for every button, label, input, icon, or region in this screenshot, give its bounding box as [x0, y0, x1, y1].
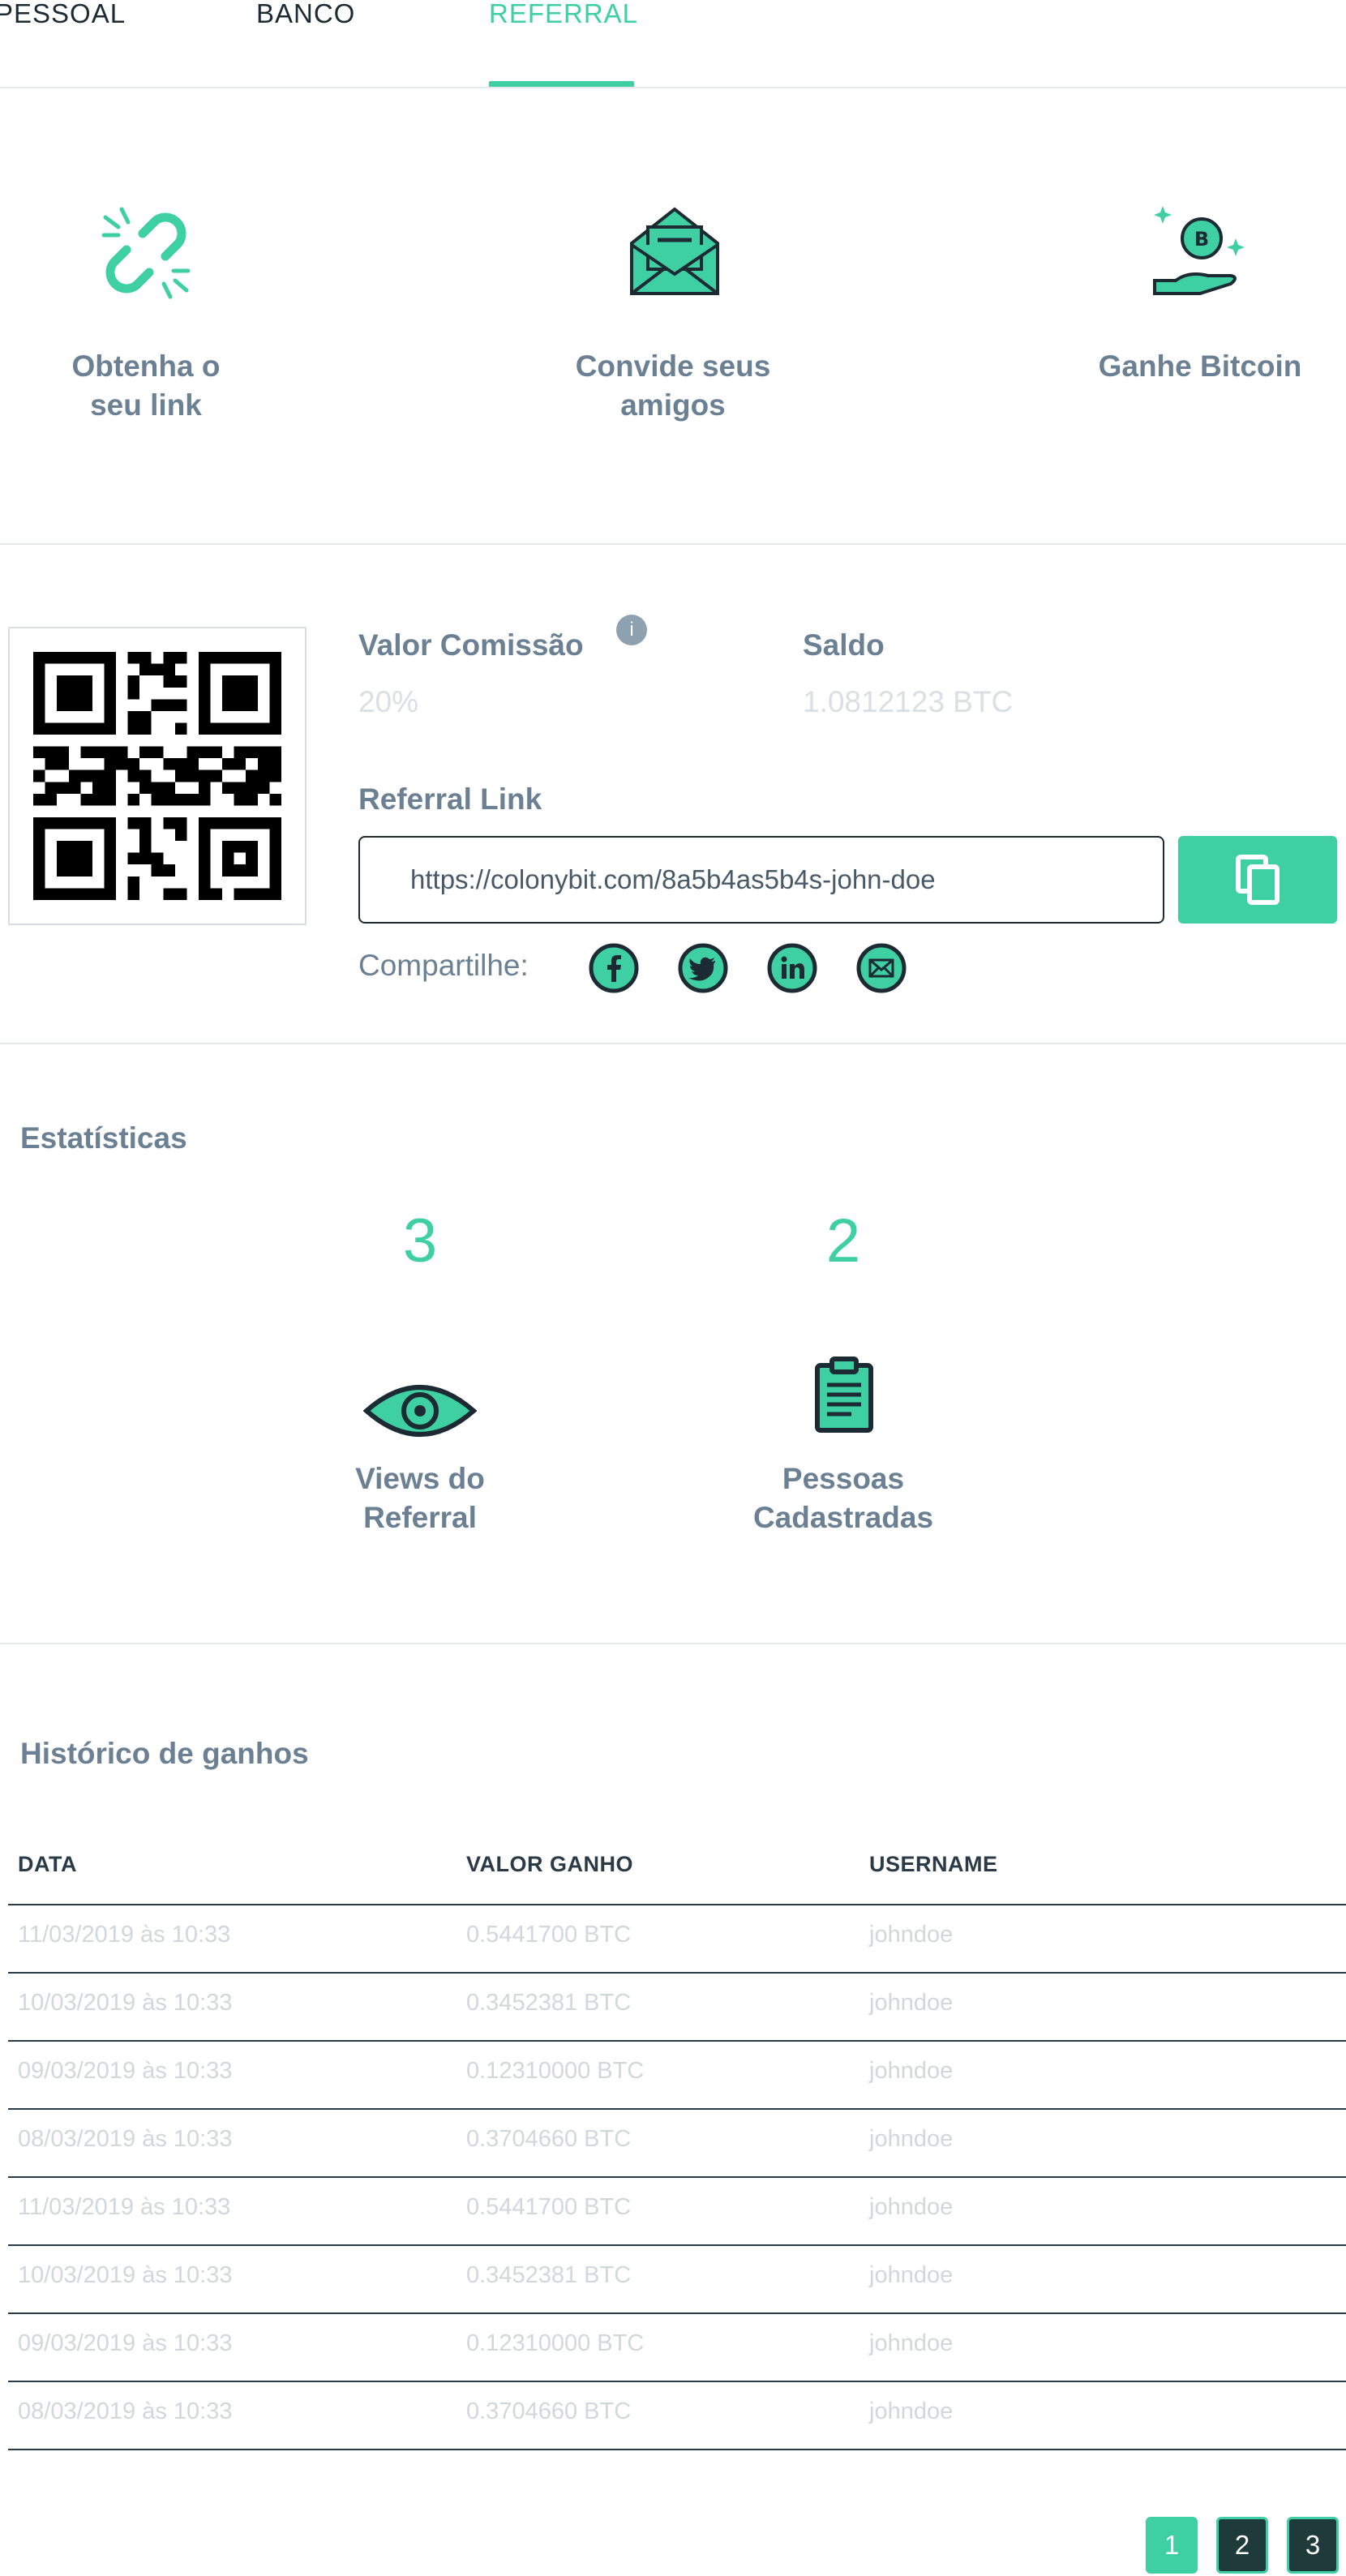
share-label: Compartilhe: — [358, 949, 529, 982]
envelope-icon — [630, 207, 719, 295]
email-icon[interactable] — [856, 943, 907, 993]
commission-label: Valor Comissão — [358, 628, 584, 662]
qr-code — [8, 627, 306, 925]
cell-date: 10/03/2019 às 10:33 — [18, 1990, 233, 2016]
cell-username: johndoe — [869, 1922, 954, 1948]
cell-amount: 0.3704660 BTC — [466, 2126, 632, 2152]
cell-date: 09/03/2019 às 10:33 — [18, 2058, 233, 2084]
copy-link-button[interactable] — [1178, 836, 1337, 924]
tab-referral[interactable]: REFERRAL — [489, 0, 638, 28]
section-divider — [0, 543, 1346, 545]
signups-count: 2 — [825, 1207, 861, 1275]
cell-amount: 0.5441700 BTC — [466, 2194, 632, 2220]
column-header-date: DATA — [18, 1852, 77, 1876]
table-row-divider — [8, 2312, 1346, 2314]
step-get-link-label: Obtenha o seu link — [71, 349, 221, 422]
cell-username: johndoe — [869, 1990, 954, 2016]
cell-username: johndoe — [869, 2194, 954, 2220]
hand-bitcoin-icon: B — [1153, 206, 1245, 295]
cell-amount: 0.3452381 BTC — [466, 2262, 632, 2288]
facebook-icon[interactable] — [589, 943, 639, 993]
views-label: Views do Referral — [355, 1462, 485, 1534]
tab-banco[interactable]: BANCO — [256, 0, 355, 28]
table-row-divider — [8, 2381, 1346, 2382]
signups-label: Pessoas Cadastradas — [752, 1462, 934, 1534]
balance-value: 1.0812123 BTC — [803, 685, 1014, 718]
broken-link-icon — [101, 207, 191, 299]
views-count: 3 — [402, 1207, 438, 1275]
section-divider — [0, 1643, 1346, 1644]
copy-icon — [1236, 855, 1280, 905]
column-header-amount: VALOR GANHO — [466, 1852, 633, 1876]
referral-link-label: Referral Link — [358, 782, 542, 816]
referral-link-input[interactable] — [358, 836, 1164, 924]
stats-title: Estatísticas — [20, 1121, 187, 1155]
section-divider — [0, 1043, 1346, 1044]
tab-pessoal[interactable]: PESSOAL — [0, 0, 126, 28]
header-divider — [8, 1904, 1346, 1905]
table-row-divider — [8, 1972, 1346, 1974]
cell-amount: 0.3452381 BTC — [466, 1990, 632, 2016]
cell-date: 09/03/2019 às 10:33 — [18, 2330, 233, 2356]
svg-text:B: B — [1194, 228, 1209, 251]
cell-username: johndoe — [869, 2330, 954, 2356]
page-2-button[interactable]: 2 — [1216, 2517, 1268, 2574]
cell-username: johndoe — [869, 2398, 954, 2424]
table-row-divider — [8, 2108, 1346, 2110]
history-title: Histórico de ganhos — [20, 1737, 309, 1770]
cell-amount: 0.12310000 BTC — [466, 2058, 645, 2084]
cell-date: 08/03/2019 às 10:33 — [18, 2398, 233, 2424]
cell-date: 08/03/2019 às 10:33 — [18, 2126, 233, 2152]
table-row-divider — [8, 2040, 1346, 2042]
cell-amount: 0.3704660 BTC — [466, 2398, 632, 2424]
step-earn-bitcoin-label: Ganhe Bitcoin — [1098, 349, 1302, 383]
cell-date: 11/03/2019 às 10:33 — [18, 1922, 231, 1948]
table-row-divider — [8, 2176, 1346, 2178]
commission-value: 20% — [358, 685, 419, 718]
tabs-divider — [0, 87, 1346, 88]
step-invite-label: Convide seus amigos — [575, 349, 771, 422]
cell-date: 10/03/2019 às 10:33 — [18, 2262, 233, 2288]
cell-username: johndoe — [869, 2262, 954, 2288]
cell-username: johndoe — [869, 2058, 954, 2084]
clipboard-icon — [815, 1357, 873, 1433]
twitter-icon[interactable] — [678, 943, 728, 993]
balance-label: Saldo — [803, 628, 885, 662]
cell-username: johndoe — [869, 2126, 954, 2152]
column-header-username: USERNAME — [869, 1852, 998, 1876]
linkedin-icon[interactable] — [767, 943, 817, 993]
cell-amount: 0.12310000 BTC — [466, 2330, 645, 2356]
cell-amount: 0.5441700 BTC — [466, 1922, 632, 1948]
table-row-divider — [8, 2449, 1346, 2450]
qr-code-icon — [10, 628, 305, 924]
info-icon[interactable]: i — [616, 615, 647, 645]
page-1-button[interactable]: 1 — [1146, 2517, 1198, 2574]
cell-date: 11/03/2019 às 10:33 — [18, 2194, 231, 2220]
table-row-divider — [8, 2244, 1346, 2246]
page-3-button[interactable]: 3 — [1287, 2517, 1339, 2574]
eye-icon — [363, 1385, 477, 1437]
